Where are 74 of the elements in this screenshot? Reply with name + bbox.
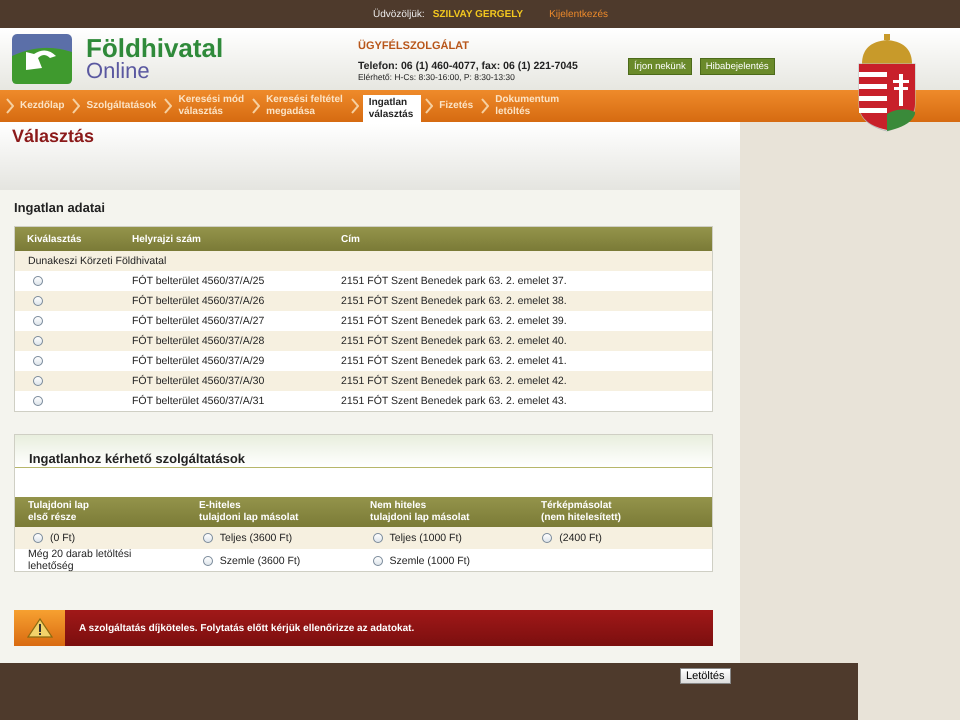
column-header: E-hiteles tulajdoni lap másolat <box>199 500 300 524</box>
radio-button[interactable] <box>33 336 43 346</box>
nav-tab[interactable]: Keresési feltétel megadása <box>264 90 347 122</box>
logout-link[interactable]: Kijelentkezés <box>549 8 608 20</box>
option-label: (0 Ft) <box>50 532 76 544</box>
table-cell-text: FÓT belterület 4560/37/A/27 <box>132 315 266 327</box>
coat-of-arms-icon <box>856 34 918 132</box>
radio-button[interactable] <box>202 533 213 543</box>
chevron-icon <box>350 98 359 114</box>
table-cell-text: 2151 FÓT Szent Benedek park 63. 2. emelet 43. <box>341 395 568 407</box>
table-cell-text: FÓT belterület 4560/37/A/28 <box>132 335 266 347</box>
phone-text: Telefon: 06 (1) 460-4077, fax: 06 (1) 221-7045 <box>358 60 579 72</box>
radio-button[interactable] <box>372 533 382 543</box>
table-cell-text: 2151 FÓT Szent Benedek park 63. 2. emelet 39. <box>341 315 568 327</box>
section-title: Ingatlan adatai <box>14 200 106 215</box>
chevron-icon <box>6 98 14 114</box>
option-label: Szemle (3600 Ft) <box>220 554 300 567</box>
nav-tab[interactable]: Szolgáltatások <box>84 90 160 122</box>
option-label: Teljes (3600 Ft) <box>220 532 292 544</box>
radio-button[interactable] <box>33 396 43 406</box>
nav-tab[interactable]: Fizetés <box>437 90 478 122</box>
radio-button[interactable] <box>542 533 552 543</box>
table-cell-text: FÓT belterület 4560/37/A/25 <box>132 275 266 287</box>
table-cell-text: 2151 FÓT Szent Benedek park 63. 2. emelet 38. <box>341 295 568 307</box>
logo-subtitle: Online <box>86 60 151 82</box>
column-header: Cím <box>341 234 361 244</box>
column-header: Nem hiteles tulajdoni lap másolat <box>370 500 470 524</box>
nav-tab[interactable]: Ingatlan választás <box>362 95 422 122</box>
radio-button[interactable] <box>33 376 43 386</box>
user-name: SZILVAY GERGELY <box>432 8 524 20</box>
column-header: Helyrajzi szám <box>132 234 202 244</box>
logo-title: Földhivatal <box>86 36 224 61</box>
chevron-icon <box>164 98 172 114</box>
option-label: (2400 Ft) <box>559 532 602 544</box>
table-cell-text: FÓT belterület 4560/37/A/26 <box>132 295 266 307</box>
radio-button[interactable] <box>372 556 382 566</box>
header-button[interactable]: Írjon nekünk <box>628 58 692 74</box>
service-title: ÜGYFÉLSZOLGÁLAT <box>358 40 470 52</box>
radio-button[interactable] <box>33 296 43 306</box>
chevron-icon <box>425 98 434 114</box>
download-button[interactable]: Letöltés <box>680 668 731 684</box>
column-header: Térképmásolat (nem hitelesített) <box>541 500 622 524</box>
page-title: Választás <box>11 125 96 147</box>
radio-button[interactable] <box>33 316 43 326</box>
table-cell-text: FÓT belterület 4560/37/A/30 <box>132 375 266 387</box>
hours-text: Elérhető: H-Cs: 8:30-16:00, P: 8:30-13:30 <box>358 72 516 82</box>
greeting-label: Üdvözöljük: <box>373 8 425 20</box>
warning-icon <box>26 618 52 638</box>
section-title: Ingatlanhoz kérhető szolgáltatások <box>29 451 245 466</box>
radio-button[interactable] <box>33 356 43 366</box>
chevron-icon <box>252 98 260 114</box>
download-note: Még 20 darab letöltési lehetőség <box>28 549 132 572</box>
table-cell-text: 2151 FÓT Szent Benedek park 63. 2. emelet 42. <box>341 375 568 387</box>
office-group-label: Dunakeszi Körzeti Földhivatal <box>28 255 166 267</box>
table-cell-text: 2151 FÓT Szent Benedek park 63. 2. emelet 41. <box>341 355 568 367</box>
table-cell-text: FÓT belterület 4560/37/A/29 <box>132 355 266 367</box>
column-header: Tulajdoni lap első része <box>28 500 90 524</box>
column-header: Kiválasztás <box>27 234 82 244</box>
nav-tab[interactable]: Kezdőlap <box>18 90 68 122</box>
option-label: Szemle (1000 Ft) <box>390 554 470 567</box>
table-cell-text: FÓT belterület 4560/37/A/31 <box>132 395 266 407</box>
radio-button[interactable] <box>202 556 213 566</box>
logo-icon <box>12 34 72 84</box>
header-button[interactable]: Hibabejelentés <box>700 58 775 74</box>
radio-button[interactable] <box>33 276 43 286</box>
nav-tab[interactable]: Keresési mód választás <box>176 90 248 122</box>
chevron-icon <box>72 98 80 114</box>
table-cell-text: 2151 FÓT Szent Benedek park 63. 2. emelet 37. <box>341 275 568 287</box>
nav-tab[interactable]: Dokumentum letöltés <box>493 90 564 122</box>
table-cell-text: 2151 FÓT Szent Benedek park 63. 2. emelet 40. <box>341 335 568 347</box>
option-label: Teljes (1000 Ft) <box>390 532 462 544</box>
warning-text: A szolgáltatás díjköteles. Folytatás előtt kérjük ellenőrizze az adatokat. <box>78 622 414 634</box>
chevron-icon <box>481 98 490 114</box>
radio-button[interactable] <box>33 533 43 543</box>
